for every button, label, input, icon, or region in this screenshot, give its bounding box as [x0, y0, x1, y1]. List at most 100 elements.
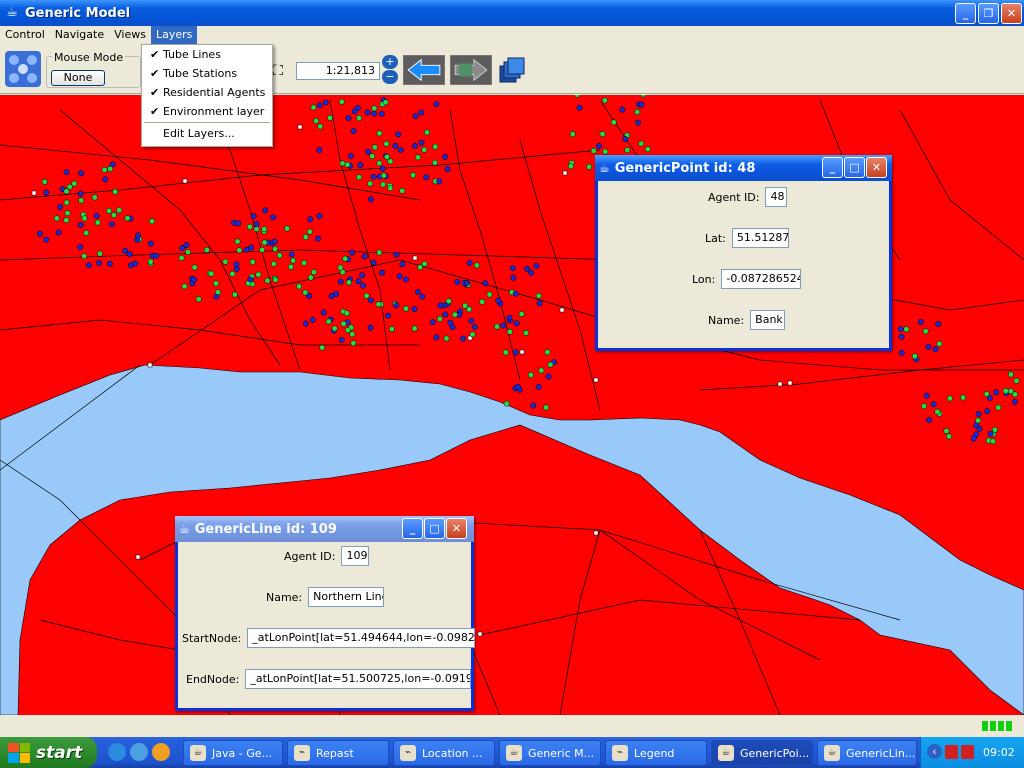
residential-agent-marker[interactable] — [512, 349, 519, 356]
residential-agent-marker[interactable] — [364, 109, 371, 116]
residential-agent-marker[interactable] — [290, 257, 297, 264]
residential-agent-marker[interactable] — [601, 97, 608, 104]
residential-agent-marker[interactable] — [371, 105, 378, 112]
residential-agent-marker[interactable] — [345, 115, 352, 122]
antivirus-icon[interactable] — [961, 745, 974, 759]
residential-agent-marker[interactable] — [911, 353, 918, 360]
residential-agent-marker[interactable] — [306, 228, 313, 235]
residential-agent-marker[interactable] — [106, 207, 112, 214]
residential-agent-marker[interactable] — [384, 153, 390, 160]
residential-agent-marker[interactable] — [393, 251, 400, 258]
residential-agent-marker[interactable] — [451, 311, 458, 318]
residential-agent-marker[interactable] — [510, 274, 517, 281]
residential-agent-marker[interactable] — [337, 264, 344, 271]
residential-agent-marker[interactable] — [385, 312, 392, 319]
residential-agent-marker[interactable] — [464, 280, 470, 286]
residential-agent-marker[interactable] — [102, 176, 109, 183]
tube-station-marker[interactable] — [147, 362, 153, 368]
residential-agent-marker[interactable] — [610, 119, 617, 126]
residential-agent-marker[interactable] — [984, 408, 991, 415]
residential-agent-marker[interactable] — [351, 108, 358, 115]
residential-agent-marker[interactable] — [249, 259, 256, 265]
residential-agent-marker[interactable] — [270, 214, 277, 221]
residential-agent-marker[interactable] — [253, 226, 260, 233]
residential-agent-marker[interactable] — [535, 383, 542, 390]
tube-station-marker[interactable] — [787, 380, 793, 386]
residential-agent-marker[interactable] — [57, 203, 64, 210]
residential-agent-marker[interactable] — [638, 101, 645, 108]
residential-agent-marker[interactable] — [78, 197, 85, 204]
residential-agent-marker[interactable] — [995, 404, 1002, 411]
residential-agent-marker[interactable] — [319, 344, 326, 351]
menu-navigate[interactable]: Navigate — [50, 26, 109, 44]
residential-agent-marker[interactable] — [320, 309, 327, 316]
residential-agent-marker[interactable] — [96, 250, 103, 257]
residential-agent-marker[interactable] — [443, 335, 450, 342]
residential-agent-marker[interactable] — [991, 426, 998, 433]
task-repast[interactable]: ⌁ Repast — [287, 740, 389, 766]
residential-agent-marker[interactable] — [533, 262, 540, 269]
tube-station-marker[interactable] — [297, 124, 303, 130]
residential-agent-marker[interactable] — [527, 372, 534, 378]
tube-station-marker[interactable] — [135, 554, 141, 560]
residential-agent-marker[interactable] — [37, 230, 43, 237]
residential-agent-marker[interactable] — [538, 367, 545, 374]
residential-agent-marker[interactable] — [460, 335, 467, 342]
minimize-button[interactable]: _ — [955, 3, 976, 24]
residential-agent-marker[interactable] — [523, 329, 529, 336]
residential-agent-marker[interactable] — [469, 331, 476, 338]
tube-station-marker[interactable] — [593, 530, 599, 536]
residential-agent-marker[interactable] — [375, 301, 382, 308]
residential-agent-marker[interactable] — [337, 278, 344, 285]
residential-agent-marker[interactable] — [414, 288, 421, 295]
residential-agent-marker[interactable] — [960, 394, 967, 401]
residential-agent-marker[interactable] — [530, 402, 537, 409]
residential-agent-marker[interactable] — [213, 293, 220, 300]
pan-navigation-icon[interactable] — [4, 50, 42, 88]
residential-agent-marker[interactable] — [153, 252, 160, 259]
residential-agent-marker[interactable] — [397, 147, 404, 153]
residential-agent-marker[interactable] — [350, 128, 357, 134]
residential-agent-marker[interactable] — [393, 302, 400, 309]
residential-agent-marker[interactable] — [917, 319, 924, 325]
residential-agent-marker[interactable] — [590, 147, 597, 154]
residential-agent-marker[interactable] — [370, 173, 377, 180]
residential-agent-marker[interactable] — [635, 119, 642, 126]
residential-agent-marker[interactable] — [78, 170, 85, 177]
residential-agent-marker[interactable] — [371, 110, 378, 117]
residential-agent-marker[interactable] — [536, 300, 543, 307]
residential-agent-marker[interactable] — [270, 260, 277, 267]
residential-agent-marker[interactable] — [419, 293, 426, 300]
residential-agent-marker[interactable] — [349, 331, 356, 338]
residential-agent-marker[interactable] — [64, 210, 71, 217]
start-button[interactable]: start — [0, 737, 97, 768]
residential-agent-marker[interactable] — [602, 148, 609, 155]
residential-agent-marker[interactable] — [535, 292, 542, 299]
residential-agent-marker[interactable] — [313, 118, 320, 124]
close-button[interactable]: ✕ — [1001, 3, 1022, 24]
residential-agent-marker[interactable] — [229, 270, 236, 277]
forward-arrow-icon[interactable] — [450, 55, 492, 85]
residential-agent-marker[interactable] — [112, 188, 119, 195]
residential-agent-marker[interactable] — [367, 196, 374, 203]
residential-agent-marker[interactable] — [576, 104, 583, 111]
residential-agent-marker[interactable] — [411, 325, 418, 332]
residential-agent-marker[interactable] — [296, 283, 302, 290]
line-maximize-button[interactable]: □ — [424, 518, 445, 539]
residential-agent-marker[interactable] — [367, 180, 374, 187]
residential-agent-marker[interactable] — [494, 323, 500, 330]
residential-agent-marker[interactable] — [506, 314, 513, 321]
tube-station-marker[interactable] — [593, 377, 599, 383]
residential-agent-marker[interactable] — [503, 400, 510, 407]
residential-agent-marker[interactable] — [396, 273, 403, 280]
residential-agent-marker[interactable] — [93, 212, 100, 219]
zoom-out-icon[interactable]: − — [382, 70, 398, 84]
residential-agent-marker[interactable] — [355, 278, 362, 285]
residential-agent-marker[interactable] — [247, 276, 254, 283]
residential-agent-marker[interactable] — [301, 259, 308, 266]
residential-agent-marker[interactable] — [288, 251, 295, 258]
residential-agent-marker[interactable] — [388, 326, 395, 332]
residential-agent-marker[interactable] — [213, 280, 220, 287]
residential-agent-marker[interactable] — [513, 320, 520, 327]
residential-agent-marker[interactable] — [262, 207, 269, 214]
